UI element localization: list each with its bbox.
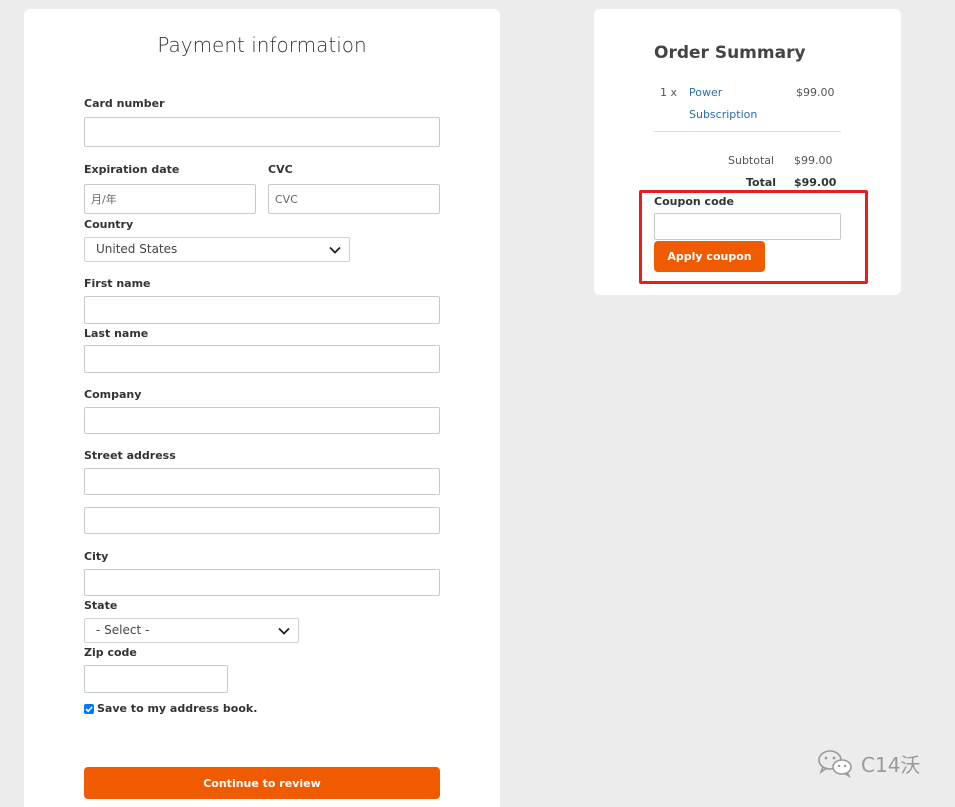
save-address-checkbox-row[interactable]: Save to my address book. — [84, 702, 257, 715]
item-name-link-line1[interactable]: Power — [689, 86, 722, 99]
expiration-label: Expiration date — [84, 163, 180, 176]
country-select-value: United States — [96, 242, 178, 256]
company-label: Company — [84, 388, 142, 401]
item-name-link-line2[interactable]: Subscription — [689, 108, 757, 121]
zip-code-input[interactable] — [84, 665, 228, 693]
street-address-line1-input[interactable] — [84, 468, 440, 495]
total-value: $99.00 — [794, 176, 837, 189]
state-label: State — [84, 599, 118, 612]
watermark: C14沃 — [817, 748, 920, 778]
card-number-input[interactable] — [84, 117, 440, 147]
checkmark-icon — [85, 705, 93, 712]
item-quantity: 1 x — [660, 86, 678, 99]
chevron-down-icon — [278, 627, 290, 635]
item-price: $99.00 — [796, 86, 835, 99]
save-address-checkbox[interactable] — [84, 703, 94, 714]
first-name-label: First name — [84, 277, 151, 290]
save-address-label: Save to my address book. — [97, 702, 258, 715]
state-select-value: - Select - — [96, 623, 150, 637]
page-title: Payment information — [157, 33, 367, 57]
watermark-text: C14沃 — [861, 752, 921, 777]
street-address-line2-input[interactable] — [84, 507, 440, 534]
last-name-input[interactable] — [84, 345, 440, 373]
first-name-input[interactable] — [84, 296, 440, 324]
country-label: Country — [84, 218, 134, 231]
wechat-icon — [818, 750, 852, 778]
payment-panel: Payment information Card number Expirati… — [24, 9, 500, 807]
order-summary-title: Order Summary — [654, 43, 806, 63]
expiration-input[interactable] — [84, 184, 256, 214]
country-select[interactable]: United States — [84, 237, 350, 262]
coupon-highlight-box — [639, 190, 868, 284]
subtotal-value: $99.00 — [794, 154, 833, 167]
cvc-label: CVC — [268, 163, 293, 176]
street-address-label: Street address — [84, 449, 176, 462]
total-label: Total — [746, 176, 777, 189]
state-select[interactable]: - Select - — [84, 618, 299, 643]
last-name-label: Last name — [84, 327, 149, 340]
city-input[interactable] — [84, 569, 440, 596]
city-label: City — [84, 550, 109, 563]
zip-code-label: Zip code — [84, 646, 137, 659]
summary-divider — [654, 131, 841, 132]
card-number-label: Card number — [84, 97, 165, 110]
chevron-down-icon — [329, 246, 341, 254]
company-input[interactable] — [84, 407, 440, 434]
continue-to-review-button[interactable]: Continue to review — [84, 767, 440, 799]
cvc-input[interactable] — [268, 184, 440, 214]
subtotal-label: Subtotal — [728, 154, 775, 167]
